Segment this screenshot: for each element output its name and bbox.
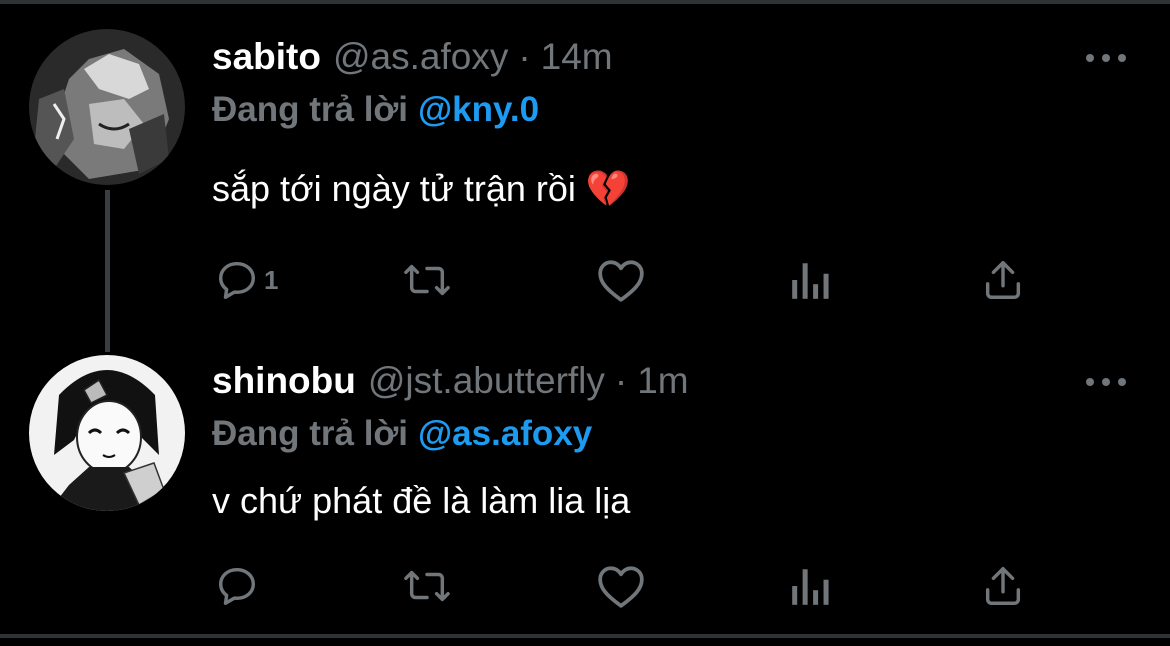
reply-button[interactable] xyxy=(214,556,264,616)
heart-icon xyxy=(598,260,644,302)
bottom-divider xyxy=(0,634,1170,638)
tweet-text: v chứ phát đề là làm lia lịa xyxy=(212,480,631,521)
display-name[interactable]: sabito xyxy=(212,36,321,78)
more-dot-icon xyxy=(1118,378,1126,386)
more-dot-icon xyxy=(1102,378,1110,386)
share-button[interactable] xyxy=(980,556,1026,616)
replying-to-label: Đang trả lời xyxy=(212,414,409,453)
retweet-button[interactable] xyxy=(402,250,452,310)
share-icon xyxy=(985,567,1021,605)
tweet-header: sabito @as.afoxy · 14m xyxy=(212,36,613,86)
tweet-actions xyxy=(200,556,1080,616)
replying-to: Đang trả lời @kny.0 xyxy=(212,90,539,130)
tweet-text-content: sắp tới ngày tử trận rồi xyxy=(212,168,586,209)
more-dot-icon xyxy=(1086,54,1094,62)
display-name[interactable]: shinobu xyxy=(212,360,356,402)
more-dot-icon xyxy=(1086,378,1094,386)
reply-count: 1 xyxy=(264,264,279,295)
broken-heart-emoji: 💔 xyxy=(585,168,631,209)
heart-icon xyxy=(598,566,644,608)
replying-to-link[interactable]: @as.afoxy xyxy=(418,414,592,453)
retweet-icon xyxy=(404,264,450,296)
like-button[interactable] xyxy=(596,556,646,616)
tweet-text: sắp tới ngày tử trận rồi 💔 xyxy=(212,168,631,210)
tweet-header: shinobu @jst.abutterfly · 1m xyxy=(212,360,689,410)
separator-dot: · xyxy=(614,360,628,401)
replying-to-link[interactable]: @kny.0 xyxy=(418,90,539,129)
avatar-shinobu[interactable] xyxy=(29,355,185,511)
replying-to: Đang trả lời @as.afoxy xyxy=(212,414,592,454)
analytics-icon xyxy=(792,263,829,299)
more-options-button[interactable] xyxy=(1086,372,1126,392)
more-dot-icon xyxy=(1118,54,1126,62)
thread-connector-line xyxy=(105,190,110,352)
views-button[interactable] xyxy=(790,250,832,310)
user-handle[interactable]: @jst.abutterfly xyxy=(368,360,605,402)
more-options-button[interactable] xyxy=(1086,48,1126,68)
reply-icon xyxy=(218,567,256,605)
tweet-actions: 1 xyxy=(200,250,1080,310)
reply-icon xyxy=(218,261,256,299)
top-divider xyxy=(0,0,1170,4)
timestamp[interactable]: 14m xyxy=(541,36,613,78)
more-dot-icon xyxy=(1102,54,1110,62)
retweet-icon xyxy=(404,570,450,602)
timestamp[interactable]: 1m xyxy=(637,360,688,402)
reply-button[interactable]: 1 xyxy=(214,250,278,310)
separator-dot: · xyxy=(518,36,531,77)
user-handle[interactable]: @as.afoxy xyxy=(333,36,508,78)
share-button[interactable] xyxy=(980,250,1026,310)
like-button[interactable] xyxy=(596,250,646,310)
avatar-sabito[interactable] xyxy=(29,29,185,185)
retweet-button[interactable] xyxy=(402,556,452,616)
views-button[interactable] xyxy=(790,556,832,616)
replying-to-label: Đang trả lời xyxy=(212,90,409,129)
analytics-icon xyxy=(792,569,829,605)
share-icon xyxy=(985,261,1021,299)
